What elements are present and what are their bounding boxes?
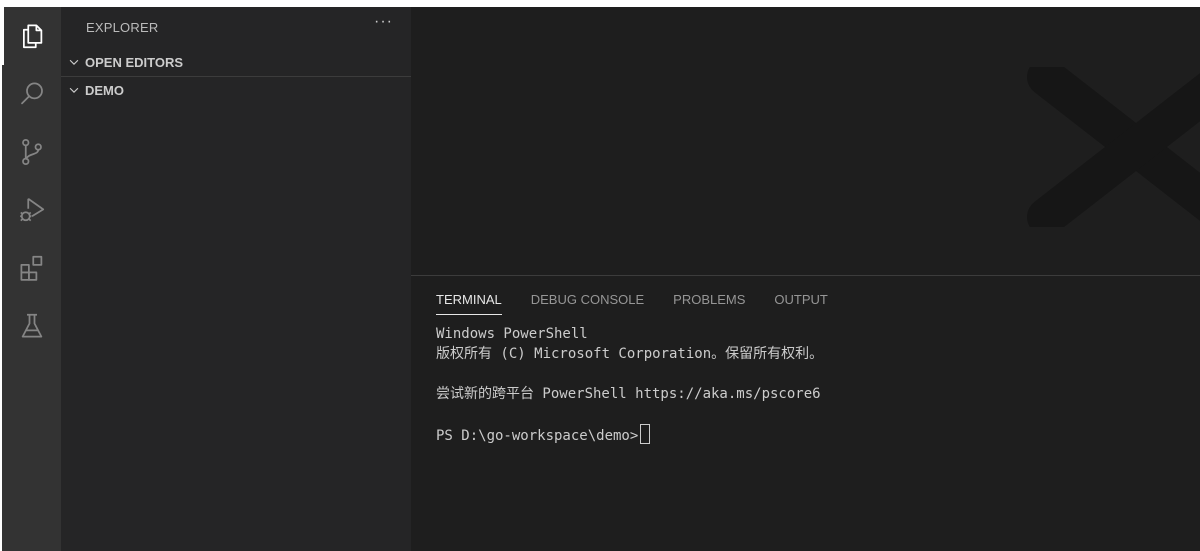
section-demo[interactable]: DEMO bbox=[61, 76, 411, 103]
terminal-prompt: PS D:\go-workspace\demo> bbox=[436, 428, 639, 444]
testing-icon bbox=[21, 313, 42, 338]
activity-search[interactable] bbox=[2, 65, 61, 123]
tab-debug-console[interactable]: DEBUG CONSOLE bbox=[531, 276, 644, 313]
activity-bar bbox=[2, 7, 61, 551]
sidebar-title: EXPLORER bbox=[86, 20, 159, 35]
terminal-line: 版权所有 (C) Microsoft Corporation。保留所有权利。 bbox=[436, 346, 824, 362]
tab-output[interactable]: OUTPUT bbox=[774, 276, 827, 313]
chevron-down-icon bbox=[69, 87, 79, 93]
vscode-watermark-logo bbox=[1027, 67, 1200, 227]
extensions-icon bbox=[20, 255, 42, 281]
panel-tabs: TERMINAL DEBUG CONSOLE PROBLEMS OUTPUT bbox=[436, 276, 857, 315]
source-control-icon bbox=[21, 138, 42, 165]
terminal-panel: TERMINAL DEBUG CONSOLE PROBLEMS OUTPUT W… bbox=[411, 275, 1200, 551]
activity-run-debug[interactable] bbox=[2, 181, 61, 239]
editor-area bbox=[411, 7, 1200, 275]
section-label: DEMO bbox=[85, 82, 124, 98]
activity-explorer[interactable] bbox=[2, 7, 61, 65]
terminal-cursor bbox=[640, 424, 651, 444]
terminal-prompt-line: PS D:\go-workspace\demo> bbox=[436, 424, 1186, 444]
search-icon bbox=[20, 82, 43, 105]
section-open-editors[interactable]: OPEN EDITORS bbox=[61, 49, 411, 75]
activity-source-control[interactable] bbox=[2, 123, 61, 181]
more-actions-button[interactable]: ··· bbox=[374, 13, 393, 31]
run-debug-icon bbox=[19, 198, 44, 222]
explorer-icon bbox=[22, 24, 42, 49]
chevron-down-icon bbox=[69, 59, 79, 65]
terminal-line: Windows PowerShell bbox=[436, 326, 588, 342]
vscode-window: EXPLORER ··· OPEN EDITORS DEMO TERMINAL … bbox=[2, 7, 1200, 551]
explorer-sidebar: EXPLORER ··· OPEN EDITORS DEMO bbox=[61, 7, 411, 551]
tab-problems[interactable]: PROBLEMS bbox=[673, 276, 745, 313]
sidebar-header: EXPLORER ··· bbox=[61, 7, 411, 47]
activity-testing[interactable] bbox=[2, 297, 61, 355]
tab-terminal[interactable]: TERMINAL bbox=[436, 276, 502, 315]
section-label: OPEN EDITORS bbox=[85, 54, 184, 70]
terminal-line: 尝试新的跨平台 PowerShell https://aka.ms/pscore… bbox=[436, 386, 821, 402]
activity-extensions[interactable] bbox=[2, 239, 61, 297]
terminal-output[interactable]: Windows PowerShell 版权所有 (C) Microsoft Co… bbox=[436, 324, 1186, 444]
